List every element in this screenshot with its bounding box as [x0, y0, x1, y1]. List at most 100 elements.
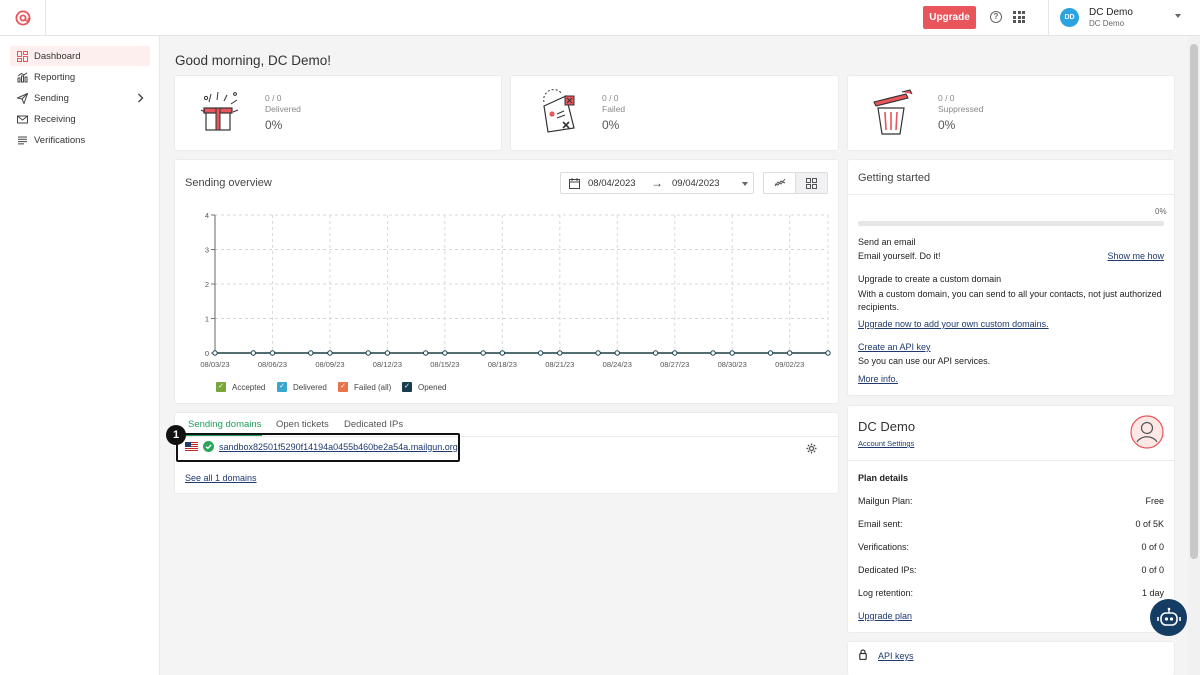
data-point [786, 350, 793, 356]
legend-opened[interactable]: ✓ Opened [402, 382, 446, 392]
more-info-link[interactable]: More info. [858, 374, 898, 384]
x-tick-label: 08/15/23 [430, 360, 459, 369]
apps-grid-icon[interactable] [1013, 11, 1025, 23]
page-greeting: Good morning, DC Demo! [175, 53, 332, 68]
data-point [767, 350, 774, 356]
grid-view-button[interactable] [795, 173, 827, 193]
data-point [250, 350, 257, 356]
stat-card-failed: 0 / 0 Failed 0% [511, 76, 838, 150]
data-point [537, 350, 544, 356]
account-name: DC Demo [858, 419, 916, 434]
sidebar-item-dashboard[interactable]: Dashboard [10, 46, 150, 66]
data-point [595, 350, 601, 356]
sidebar-item-receiving[interactable]: Receiving [10, 109, 150, 129]
user-menu[interactable]: DD DC Demo DC Demo [1048, 0, 1200, 35]
dashboard-icon [16, 50, 28, 62]
plan-value: 0 of 0 [1141, 542, 1164, 552]
user-subtitle: DC Demo [1089, 19, 1125, 28]
checkbox-checked-icon: ✓ [277, 382, 287, 392]
plan-value: 0 of 0 [1141, 565, 1164, 575]
data-point [557, 350, 563, 356]
user-name: DC Demo [1089, 7, 1133, 18]
show-me-how-link[interactable]: Show me how [1107, 251, 1164, 261]
account-settings-link[interactable]: Account Settings [858, 439, 914, 448]
legend-label: Delivered [293, 382, 327, 392]
mailgun-logo[interactable] [0, 0, 46, 35]
plan-label: Dedicated IPs: [858, 565, 917, 575]
list-icon [16, 134, 28, 146]
stat-label: Delivered [265, 104, 301, 114]
plan-row-email-sent: Email sent: 0 of 5K [858, 519, 1164, 529]
stat-label: Failed [602, 104, 626, 114]
date-range-picker[interactable]: 08/04/2023 → 09/04/2023 [560, 172, 754, 194]
arrow-right-icon: → [651, 176, 663, 190]
checkbox-checked-icon: ✓ [402, 382, 412, 392]
sending-overview-title: Sending overview [185, 177, 272, 189]
send-icon [16, 92, 28, 104]
upgrade-plan-link[interactable]: Upgrade plan [858, 611, 912, 621]
data-point [212, 350, 218, 356]
tab-dedicated-ips[interactable]: Dedicated IPs [344, 419, 403, 430]
plan-label: Verifications: [858, 542, 910, 552]
plan-label: Mailgun Plan: [858, 496, 913, 506]
upgrade-button[interactable]: Upgrade [923, 6, 976, 29]
sidebar-item-label: Sending [34, 92, 69, 104]
data-point [652, 350, 659, 356]
plan-label: Email sent: [858, 519, 903, 529]
help-icon[interactable]: ? [990, 11, 1002, 23]
see-all-domains-link[interactable]: See all 1 domains [185, 473, 257, 483]
legend-accepted[interactable]: ✓ Accepted [216, 382, 265, 392]
x-tick-label: 08/21/23 [545, 360, 574, 369]
divider [848, 194, 1174, 195]
create-api-key-link[interactable]: Create an API key [858, 342, 931, 352]
sidebar-item-sending[interactable]: Sending [10, 88, 150, 108]
data-point [327, 350, 333, 356]
x-tick-label: 08/12/23 [373, 360, 402, 369]
y-tick-label: 4 [205, 211, 209, 220]
stat-card-suppressed: 0 / 0 Suppressed 0% [848, 76, 1174, 150]
key-icon [859, 649, 867, 660]
robot-icon [1156, 607, 1181, 626]
legend-delivered[interactable]: ✓ Delivered [277, 382, 327, 392]
chevron-right-icon [137, 93, 144, 106]
legend-failed[interactable]: ✓ Failed (all) [338, 382, 391, 392]
data-point [423, 350, 429, 356]
api-keys-link[interactable]: API keys [878, 651, 914, 661]
calendar-icon [569, 178, 580, 189]
y-tick-label: 0 [205, 349, 209, 358]
user-avatar: DD [1060, 8, 1079, 27]
x-tick-label: 09/02/23 [775, 360, 804, 369]
data-point [384, 350, 391, 356]
data-point [729, 350, 735, 356]
chevron-down-icon [1175, 14, 1181, 18]
upgrade-custom-domain-link[interactable]: Upgrade now to add your own custom domai… [858, 319, 1049, 329]
mail-icon [16, 113, 28, 125]
y-tick-label: 1 [205, 315, 209, 324]
chat-assistant-button[interactable] [1150, 599, 1187, 636]
tab-sending-domains[interactable]: Sending domains [188, 419, 261, 430]
data-point [442, 350, 448, 356]
legend-label: Accepted [232, 382, 266, 392]
data-point [308, 350, 314, 356]
line-chart-view-button[interactable] [764, 173, 795, 193]
tab-open-tickets[interactable]: Open tickets [276, 419, 329, 430]
sidebar-item-label: Reporting [34, 71, 76, 83]
sidebar-item-verifications[interactable]: Verifications [10, 130, 150, 150]
gear-icon[interactable] [806, 443, 817, 454]
data-point [825, 350, 831, 356]
scrollbar-thumb[interactable] [1190, 44, 1198, 559]
data-point [614, 350, 620, 356]
stat-fraction: 0 / 0 [602, 93, 619, 103]
data-point [269, 350, 276, 356]
sidebar-item-label: Dashboard [34, 50, 81, 62]
plan-row-verifications: Verifications: 0 of 0 [858, 542, 1164, 552]
vertical-scrollbar[interactable] [1188, 36, 1200, 675]
sidebar-item-reporting[interactable]: Reporting [10, 67, 150, 87]
sidebar: Dashboard Reporting Sending Receiving Ve… [0, 36, 160, 675]
top-bar: Upgrade ? DD DC Demo DC Demo [0, 0, 1200, 36]
stat-fraction: 0 / 0 [265, 93, 282, 103]
legend-label: Opened [418, 382, 447, 392]
plan-details-title: Plan details [858, 473, 909, 483]
reporting-icon [16, 71, 28, 83]
plan-row-dedicated-ips: Dedicated IPs: 0 of 0 [858, 565, 1164, 575]
